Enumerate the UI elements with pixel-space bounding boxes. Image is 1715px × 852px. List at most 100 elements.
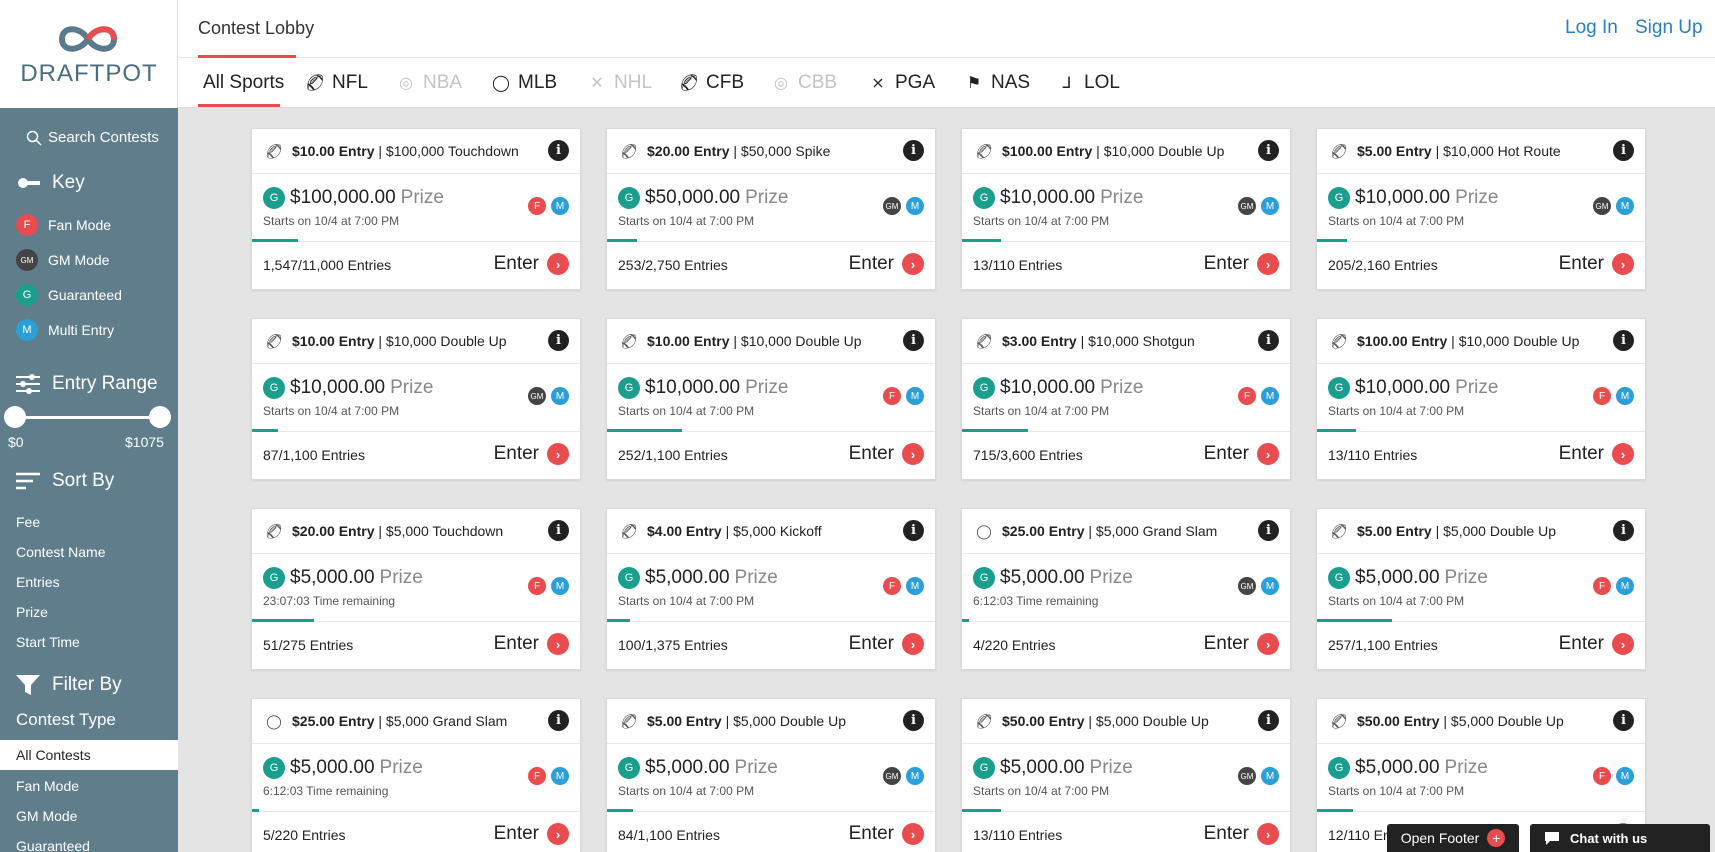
enter-button[interactable]: Enter › [849,823,924,845]
entries-progress [252,429,279,432]
info-icon[interactable]: i [903,520,924,541]
start-time: 6:12:03 Time remaining [973,594,1099,608]
info-icon[interactable]: i [1258,140,1279,161]
tab-lol[interactable]: ⅃ LOL [1058,72,1120,94]
contest-card[interactable]: 🏈︎ $4.00 Entry | $5,000 Kickoff i G $5,000.0… [606,508,936,670]
contest-card[interactable]: 🏈︎ $3.00 Entry | $10,000 Shotgun i G $10,000… [961,318,1291,480]
info-icon[interactable]: i [903,140,924,161]
enter-button[interactable]: Enter › [849,443,924,465]
contest-card[interactable]: 🏈︎ $100.00 Entry | $10,000 Double Up i G $10… [1316,318,1646,480]
entry-fee: $20.00 Entry [292,523,375,539]
contest-card[interactable]: 🏈︎ $5.00 Entry | $5,000 Double Up i G $5,000… [1316,508,1646,670]
sort-fee[interactable]: Fee [16,514,40,530]
info-icon[interactable]: i [1258,710,1279,731]
enter-button[interactable]: Enter › [494,253,569,275]
info-icon[interactable]: i [1258,330,1279,351]
sort-entries[interactable]: Entries [16,574,60,590]
enter-button[interactable]: Enter › [1559,633,1634,655]
entries-count: 1,547/11,000 Entries [263,257,392,273]
gm-mode-badge: GM [528,387,546,405]
contest-card[interactable]: 🏈︎ $20.00 Entry | $50,000 Spike i G $50,000.… [606,128,936,290]
tab-all-sports[interactable]: All Sports [203,72,284,94]
enter-button[interactable]: Enter › [849,633,924,655]
chat-button[interactable]: Chat with us [1530,824,1710,852]
chevron-right-icon: › [1612,633,1634,655]
key-item-label: Fan Mode [48,217,112,233]
info-icon[interactable]: i [548,520,569,541]
enter-button[interactable]: Enter › [1204,823,1279,845]
contest-name: $5,000 Touchdown [385,523,504,539]
enter-button[interactable]: Enter › [494,633,569,655]
info-icon[interactable]: i [1258,520,1279,541]
contest-card[interactable]: 🏈︎ $5.00 Entry | $5,000 Double Up i G $5,000… [606,698,936,852]
chat-label: Chat with us [1570,830,1648,846]
card-divider [607,811,935,812]
sort-start-time[interactable]: Start Time [16,634,80,650]
tab-nba[interactable]: ◎ NBA [397,72,462,94]
tab-mlb[interactable]: ◯ MLB [492,72,557,94]
entries-progress [962,619,969,622]
logo[interactable]: DRAFTPOT [0,0,178,108]
filter-by-heading: Filter By [16,674,122,696]
filter-all-contests[interactable]: All Contests [0,740,178,770]
enter-button[interactable]: Enter › [1204,443,1279,465]
enter-button[interactable]: Enter › [1204,633,1279,655]
gm-mode-badge: GM [1238,197,1256,215]
info-icon[interactable]: i [903,710,924,731]
enter-button[interactable]: Enter › [494,823,569,845]
open-footer-button[interactable]: Open Footer + [1387,824,1519,852]
entry-range-max-handle[interactable] [149,406,171,428]
enter-label: Enter [493,823,539,844]
contest-card[interactable]: 🏈︎ $10.00 Entry | $100,000 Touchdown i G $10… [251,128,581,290]
tab-label: CFB [706,72,744,93]
info-icon[interactable]: i [1613,710,1634,731]
gm-mode-badge: GM [1593,197,1611,215]
guaranteed-badge: G [263,377,285,399]
filter-fan-mode[interactable]: Fan Mode [16,778,79,794]
tab-nhl[interactable]: ✕ NHL [588,72,652,94]
tab-cfb[interactable]: 🏈︎ CFB [679,72,744,94]
mode-badges: FM [1593,387,1634,405]
info-icon[interactable]: i [903,330,924,351]
sort-contest-name[interactable]: Contest Name [16,544,105,560]
contest-card[interactable]: 🏈︎ $50.00 Entry | $5,000 Double Up i G $5,00… [961,698,1291,852]
info-icon[interactable]: i [548,710,569,731]
info-icon[interactable]: i [548,330,569,351]
contest-card[interactable]: 🏈︎ $10.00 Entry | $10,000 Double Up i G $10,… [606,318,936,480]
entry-range-min-handle[interactable] [4,406,26,428]
filter-guaranteed[interactable]: Guaranteed [16,838,90,852]
card-header: 🏈︎ $10.00 Entry | $10,000 Double Up i [607,319,935,364]
filter-gm-mode[interactable]: GM Mode [16,808,77,824]
contest-card[interactable]: 🏈︎ $20.00 Entry | $5,000 Touchdown i G $5,00… [251,508,581,670]
enter-button[interactable]: Enter › [1559,443,1634,465]
info-icon[interactable]: i [1613,330,1634,351]
enter-button[interactable]: Enter › [849,253,924,275]
contest-card[interactable]: 🏈︎ $5.00 Entry | $10,000 Hot Route i G $10,0… [1316,128,1646,290]
search-contests[interactable]: Search Contests [26,129,159,146]
tab-pga[interactable]: ⨯ PGA [869,72,935,94]
entry-range-track[interactable] [14,416,160,419]
login-link[interactable]: Log In [1565,17,1618,39]
tab-cbb[interactable]: ◎ CBB [772,72,837,94]
filter-icon [16,675,40,695]
contest-card[interactable]: ◯ $25.00 Entry | $5,000 Grand Slam i G $5,00… [961,508,1291,670]
contest-title: $10.00 Entry | $10,000 Double Up [292,333,507,349]
enter-button[interactable]: Enter › [1204,253,1279,275]
multi-entry-badge: M [1616,577,1634,595]
contest-card[interactable]: 🏈︎ $100.00 Entry | $10,000 Double Up i G $10… [961,128,1291,290]
signup-link[interactable]: Sign Up [1635,17,1703,39]
contest-card[interactable]: 🏈︎ $10.00 Entry | $10,000 Double Up i G $10,… [251,318,581,480]
tab-nfl[interactable]: 🏈︎ NFL [305,72,368,94]
info-icon[interactable]: i [1613,140,1634,161]
contest-card[interactable]: ◯ $25.00 Entry | $5,000 Grand Slam i G $5,00… [251,698,581,852]
entries-progress [607,619,630,622]
info-icon[interactable]: i [1613,520,1634,541]
enter-button[interactable]: Enter › [494,443,569,465]
info-icon[interactable]: i [548,140,569,161]
entries-count: 13/110 Entries [973,257,1063,273]
tab-nas[interactable]: ⚑ NAS [965,72,1030,94]
sort-prize[interactable]: Prize [16,604,48,620]
basketball-icon: ◎ [399,75,413,92]
page-title[interactable]: Contest Lobby [198,18,314,39]
enter-button[interactable]: Enter › [1559,253,1634,275]
